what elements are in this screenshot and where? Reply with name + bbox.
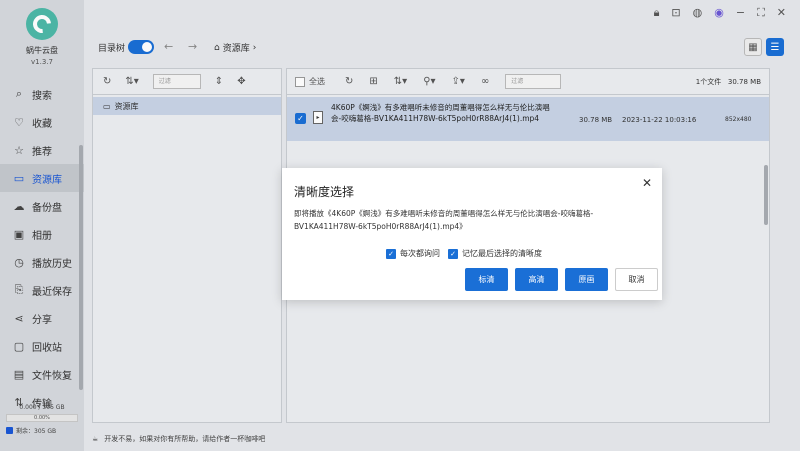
ask-every-time-checkbox[interactable]: ✓ 每次都询问 xyxy=(386,248,440,259)
dialog-buttons: 标清 高清 原画 取消 xyxy=(465,268,658,291)
cancel-button[interactable]: 取消 xyxy=(615,268,658,291)
quality-dialog: 清晰度选择 ✕ 即将播放《4K60P《婀浅》有多难唱听未修音的周董唱得怎么样无与… xyxy=(282,168,662,300)
dialog-message: 即将播放《4K60P《婀浅》有多难唱听未修音的周董唱得怎么样无与伦比演唱会-咬嗨… xyxy=(294,209,594,231)
checkbox-checked-icon: ✓ xyxy=(386,248,396,259)
standard-quality-button[interactable]: 标清 xyxy=(465,268,508,291)
remember-quality-label: 记忆最后选择的清晰度 xyxy=(462,249,542,258)
dialog-title: 清晰度选择 xyxy=(294,185,355,199)
close-icon[interactable]: ✕ xyxy=(642,176,652,190)
checkbox-checked-icon: ✓ xyxy=(448,248,458,259)
high-quality-button[interactable]: 高清 xyxy=(515,268,558,291)
remember-quality-checkbox[interactable]: ✓ 记忆最后选择的清晰度 xyxy=(448,248,542,259)
original-quality-button[interactable]: 原画 xyxy=(565,268,608,291)
dialog-options: ✓ 每次都询问 ✓ 记忆最后选择的清晰度 xyxy=(386,248,542,259)
ask-every-time-label: 每次都询问 xyxy=(400,249,440,258)
